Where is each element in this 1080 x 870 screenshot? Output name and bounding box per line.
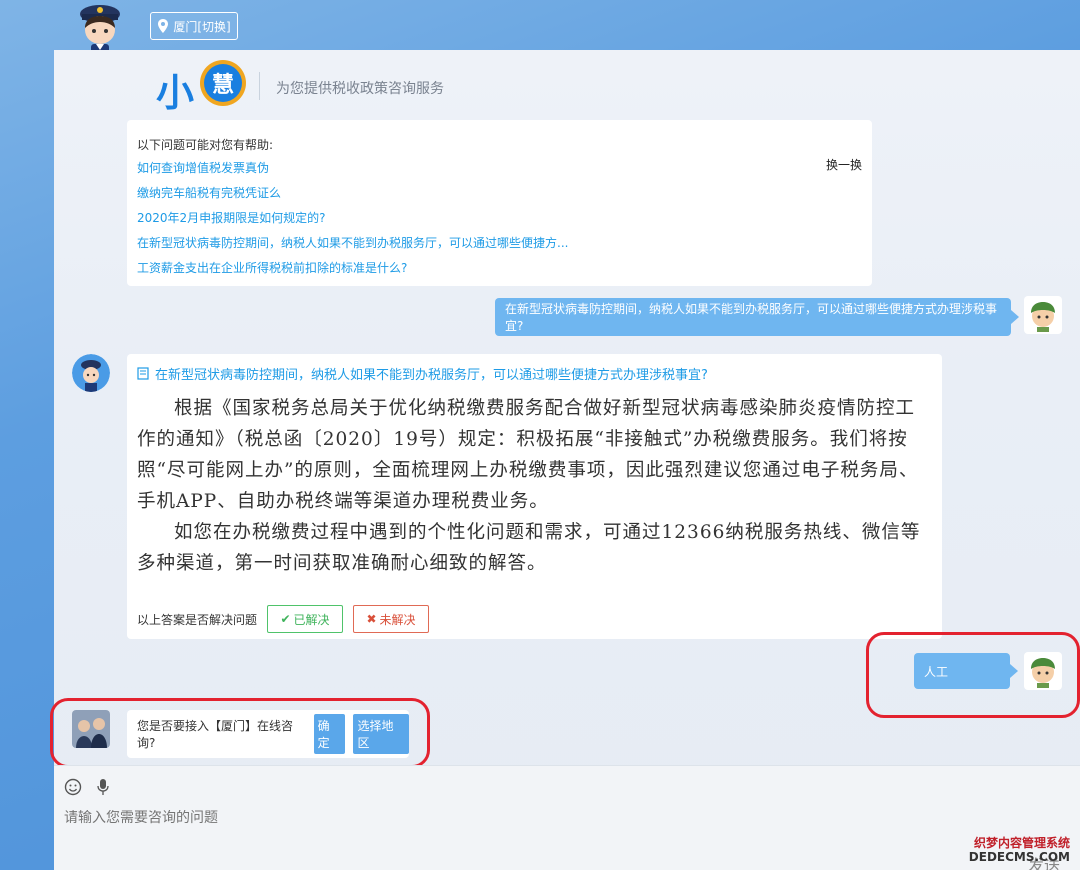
user-avatar-icon (1031, 302, 1055, 332)
resolved-label: 已解决 (293, 612, 330, 627)
suggestion-link[interactable]: 工资薪金支出在企业所得税税前扣除的标准是什么? (137, 259, 862, 284)
answer-card: 在新型冠状病毒防控期间，纳税人如果不能到办税服务厅，可以通过哪些便捷方式办理涉税… (127, 354, 942, 639)
location-switch-button[interactable]: 厦门[切换] (150, 12, 238, 40)
user-avatar (1024, 296, 1062, 334)
answer-paragraph: 如您在办税缴费过程中遇到的个性化问题和需求，可通过12366纳税服务热线、微信等… (137, 522, 921, 574)
suggestion-card: 以下问题可能对您有帮助: 如何查询增值税发票真伪 缴纳完车船税有完税凭证么 20… (127, 120, 872, 286)
bot-avatar-icon (72, 354, 110, 392)
answer-body: 根据《国家税务总局关于优化纳税缴费服务配合做好新型冠状病毒感染肺炎疫情防控工作的… (137, 393, 932, 579)
answer-question: 在新型冠状病毒防控期间，纳税人如果不能到办税服务厅，可以通过哪些便捷方式办理涉税… (137, 364, 932, 383)
suggestion-link[interactable]: 缴纳完车船税有完税凭证么 (137, 184, 862, 209)
input-area: 发送 (54, 765, 1080, 870)
unresolved-button[interactable]: ✖ 未解决 (353, 605, 430, 633)
close-icon: ✖ (366, 612, 377, 626)
watermark-line2: DEDECMS.COM (968, 850, 1070, 864)
logo-text: 小 (156, 71, 195, 115)
chat-panel: 小 慧 为您提供税收政策咨询服务 以下问题可能对您有帮助: 如何查询增值税发票真… (50, 50, 1080, 870)
answer-question-text: 在新型冠状病毒防控期间，纳税人如果不能到办税服务厅，可以通过哪些便捷方式办理涉税… (155, 368, 708, 383)
highlight-ring (50, 698, 430, 768)
emoji-icon[interactable] (64, 778, 82, 796)
suggestion-link[interactable]: 在新型冠状病毒防控期间，纳税人如果不能到办税服务厅，可以通过哪些便捷方... (137, 234, 862, 259)
location-pin-icon (158, 19, 169, 33)
header-divider (259, 72, 260, 100)
user-message-bubble: 在新型冠状病毒防控期间，纳税人如果不能到办税服务厅，可以通过哪些便捷方式办理涉税… (495, 298, 1019, 336)
resolved-button[interactable]: ✔ 已解决 (267, 605, 344, 633)
unresolved-label: 未解决 (379, 612, 416, 627)
resolve-row: 以上答案是否解决问题 ✔ 已解决 ✖ 未解决 (137, 605, 430, 633)
suggestion-link[interactable]: 2020年2月申报期限是如何规定的? (137, 209, 862, 234)
swap-suggestions-button[interactable]: 换一换 (826, 156, 862, 173)
logo-badge-text: 慧 (204, 64, 242, 102)
document-icon (137, 367, 149, 380)
logo-badge: 慧 (200, 60, 246, 106)
check-icon: ✔ (280, 612, 291, 626)
resolve-prompt: 以上答案是否解决问题 (137, 612, 258, 627)
microphone-icon[interactable] (96, 778, 110, 796)
watermark: 织梦内容管理系统 DEDECMS.COM (969, 836, 1070, 864)
input-toolbar (64, 778, 110, 796)
bot-avatar (72, 354, 110, 392)
header-subtitle: 为您提供税收政策咨询服务 (276, 81, 444, 97)
watermark-line1: 织梦内容管理系统 (973, 836, 1070, 850)
location-label: 厦门[切换] (173, 19, 231, 34)
suggestion-link[interactable]: 如何查询增值税发票真伪 (137, 159, 862, 184)
chat-header: 小 慧 为您提供税收政策咨询服务 (54, 50, 1080, 118)
highlight-ring (866, 632, 1080, 718)
suggestion-title: 以下问题可能对您有帮助: (137, 138, 274, 152)
question-input[interactable] (64, 810, 964, 826)
answer-paragraph: 根据《国家税务总局关于优化纳税缴费服务配合做好新型冠状病毒感染肺炎疫情防控工作的… (137, 398, 919, 512)
